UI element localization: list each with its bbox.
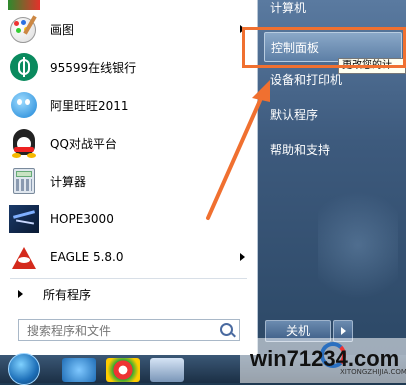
annotation-arrow [206, 80, 270, 220]
app-taskbar-icon[interactable] [150, 358, 184, 382]
ie-taskbar-icon[interactable] [62, 358, 96, 382]
chrome-taskbar-icon[interactable] [106, 358, 140, 382]
watermark-subtext: XITONGZHIJIA.COM [340, 368, 406, 376]
start-orb-icon[interactable] [8, 353, 40, 385]
